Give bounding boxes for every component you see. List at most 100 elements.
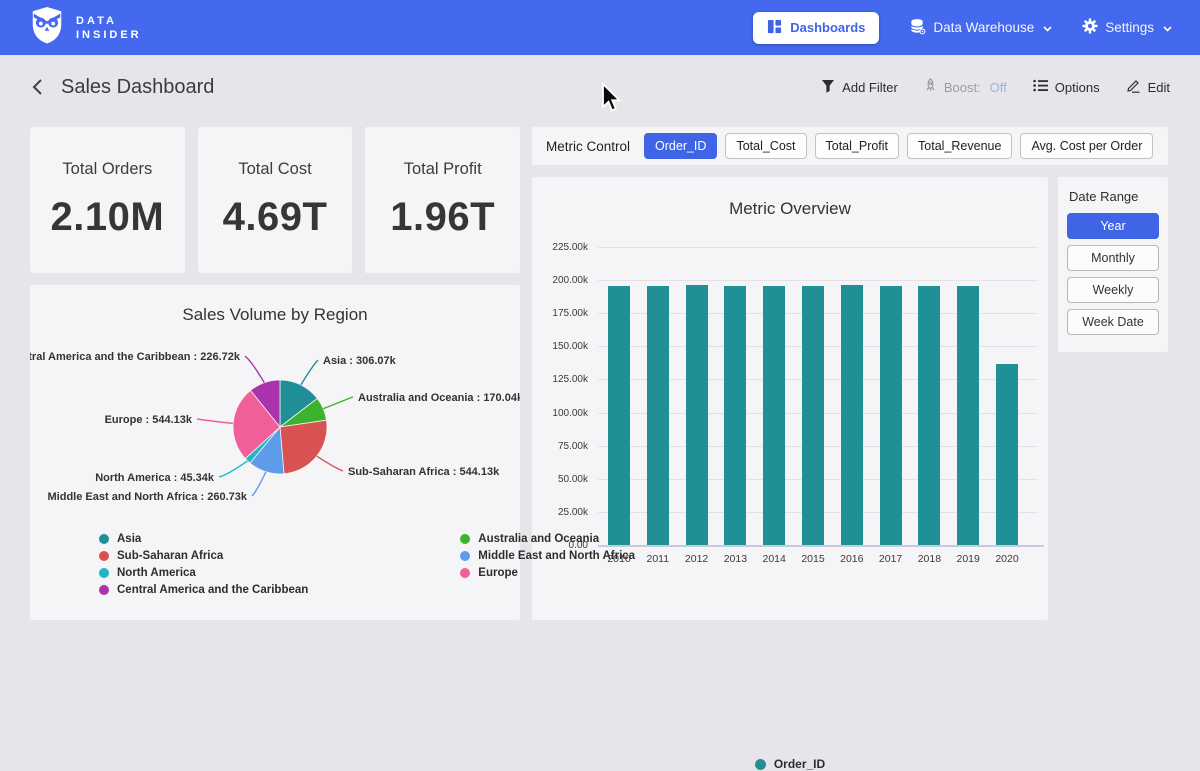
boost-toggle[interactable]: Boost: Off xyxy=(924,78,1007,96)
y-axis-tick-label: 200.00k xyxy=(532,275,588,286)
boost-state: Off xyxy=(990,80,1007,95)
page-header: Sales Dashboard Add Filter Boost: Off xyxy=(0,55,1200,119)
pie-leader-line xyxy=(323,397,353,409)
x-axis-tick-label: 2012 xyxy=(677,553,717,565)
owl-logo-icon xyxy=(28,5,66,50)
y-axis-tick-label: 100.00k xyxy=(532,408,588,419)
bar xyxy=(686,285,708,545)
bar xyxy=(608,286,630,545)
list-options-icon xyxy=(1033,79,1048,95)
date-range-button[interactable]: Monthly xyxy=(1067,245,1159,271)
legend-dot xyxy=(99,568,109,578)
pie-legend-column: Asia Sub-Saharan Africa North America Centr… xyxy=(99,533,308,596)
legend-dot xyxy=(460,568,470,578)
metric-option-button[interactable]: Total_Cost xyxy=(725,133,806,159)
add-filter-button[interactable]: Add Filter xyxy=(821,79,898,96)
bar xyxy=(880,286,902,545)
legend-dot xyxy=(755,759,766,770)
metric-option-button[interactable]: Order_ID xyxy=(644,133,717,159)
brand-line2: INSIDER xyxy=(76,28,142,42)
x-axis-tick-label: 2018 xyxy=(909,553,949,565)
kpi-card: Total Profit 1.96T xyxy=(365,127,520,273)
metric-control-bar: Metric Control Order_IDTotal_CostTotal_P… xyxy=(532,127,1168,165)
pie-legend-label: Central America and the Caribbean xyxy=(117,584,308,596)
pie-legend-item[interactable]: Asia xyxy=(99,533,308,545)
y-axis-tick-label: 150.00k xyxy=(532,341,588,352)
options-label: Options xyxy=(1055,80,1100,95)
back-button[interactable] xyxy=(30,76,45,98)
y-axis-tick-label: 25.00k xyxy=(532,507,588,518)
gear-icon xyxy=(1082,18,1098,37)
pencil-icon xyxy=(1126,78,1141,96)
x-axis-tick-label: 2013 xyxy=(715,553,755,565)
pie-chart-legend: Asia Sub-Saharan Africa North America Centr… xyxy=(99,533,635,596)
brand-line1: DATA xyxy=(76,14,142,28)
bar-legend-label: Order_ID xyxy=(774,757,825,771)
x-axis-tick-label: 2015 xyxy=(793,553,833,565)
pie-legend-item[interactable]: Sub-Saharan Africa xyxy=(99,550,308,562)
pie-leader-line xyxy=(301,360,318,385)
pie-legend-label: Australia and Oceania xyxy=(478,533,599,545)
pie-slice-label: North America : 45.34k xyxy=(95,472,215,484)
nav-dashboards-button[interactable]: Dashboards xyxy=(753,12,879,44)
legend-dot xyxy=(99,534,109,544)
sales-volume-card: Sales Volume by Region Asia : 306.07k Aus… xyxy=(30,285,520,620)
metric-buttons: Order_ID Total_Cost Total_Profit Total_Reve… xyxy=(644,133,1153,159)
pie-slice xyxy=(280,420,327,474)
add-filter-label: Add Filter xyxy=(842,80,898,95)
y-axis-tick-label: 225.00k xyxy=(532,242,588,253)
page-title: Sales Dashboard xyxy=(61,76,214,99)
pie-legend-label: Middle East and North Africa xyxy=(478,550,635,562)
pie-legend-item[interactable]: Central America and the Caribbean xyxy=(99,584,308,596)
gridline xyxy=(598,280,1038,281)
x-axis-tick-label: 2014 xyxy=(754,553,794,565)
kpi-label: Total Profit xyxy=(404,160,482,179)
pie-legend-item[interactable]: Middle East and North Africa xyxy=(460,550,635,562)
pie-legend-item[interactable]: Europe xyxy=(460,567,635,579)
pie-slice-label: Middle East and North Africa : 260.73k xyxy=(48,491,248,503)
nav-settings[interactable]: Settings xyxy=(1082,18,1172,37)
kpi-value: 1.96T xyxy=(390,195,495,240)
y-axis-tick-label: 175.00k xyxy=(532,308,588,319)
database-icon xyxy=(909,18,926,38)
date-range-label: Date Range xyxy=(1069,189,1159,204)
legend-dot xyxy=(99,585,109,595)
kpi-label: Total Cost xyxy=(238,160,311,179)
bar-chart-legend-item[interactable]: Order_ID xyxy=(532,757,1048,771)
date-range-button[interactable]: Year xyxy=(1067,213,1159,239)
options-button[interactable]: Options xyxy=(1033,79,1100,95)
edit-button[interactable]: Edit xyxy=(1126,78,1170,96)
pie-leader-line xyxy=(245,356,264,383)
metric-option-button[interactable]: Total_Profit xyxy=(815,133,900,159)
legend-dot xyxy=(460,551,470,561)
pie-slice-label: Australia and Oceania : 170.04k xyxy=(358,392,520,404)
top-navbar: DATA INSIDER Dashboards xyxy=(0,0,1200,55)
date-range-button[interactable]: Weekly xyxy=(1067,277,1159,303)
kpi-value: 2.10M xyxy=(51,195,165,240)
pie-legend-column: Australia and Oceania Middle East and Nor… xyxy=(460,533,635,596)
y-axis-tick-label: 75.00k xyxy=(532,441,588,452)
pie-legend-item[interactable]: Australia and Oceania xyxy=(460,533,635,545)
bar xyxy=(957,286,979,545)
bar xyxy=(763,286,785,545)
bar xyxy=(996,364,1018,545)
chevron-down-icon xyxy=(1043,20,1052,35)
bar xyxy=(647,286,669,545)
x-axis-tick-label: 2016 xyxy=(832,553,872,565)
kpi-card: Total Orders2.10M xyxy=(30,127,185,273)
pie-chart-title: Sales Volume by Region xyxy=(30,305,520,325)
x-axis-tick-label: 2017 xyxy=(871,553,911,565)
metric-option-button[interactable]: Total_Revenue xyxy=(907,133,1012,159)
edit-label: Edit xyxy=(1148,80,1170,95)
date-range-button[interactable]: Week Date xyxy=(1067,309,1159,335)
pie-slice-label: Asia : 306.07k xyxy=(323,355,397,367)
brand-logo[interactable]: DATA INSIDER xyxy=(28,5,142,50)
y-axis-tick-label: 125.00k xyxy=(532,374,588,385)
metric-option-button[interactable]: Avg. Cost per Order xyxy=(1020,133,1153,159)
bar xyxy=(802,286,824,545)
nav-data-warehouse-label: Data Warehouse xyxy=(933,20,1034,35)
pie-legend-item[interactable]: North America xyxy=(99,567,308,579)
nav-data-warehouse[interactable]: Data Warehouse xyxy=(909,18,1052,38)
gridline xyxy=(598,247,1038,248)
kpi-value: 4.69T xyxy=(223,195,328,240)
